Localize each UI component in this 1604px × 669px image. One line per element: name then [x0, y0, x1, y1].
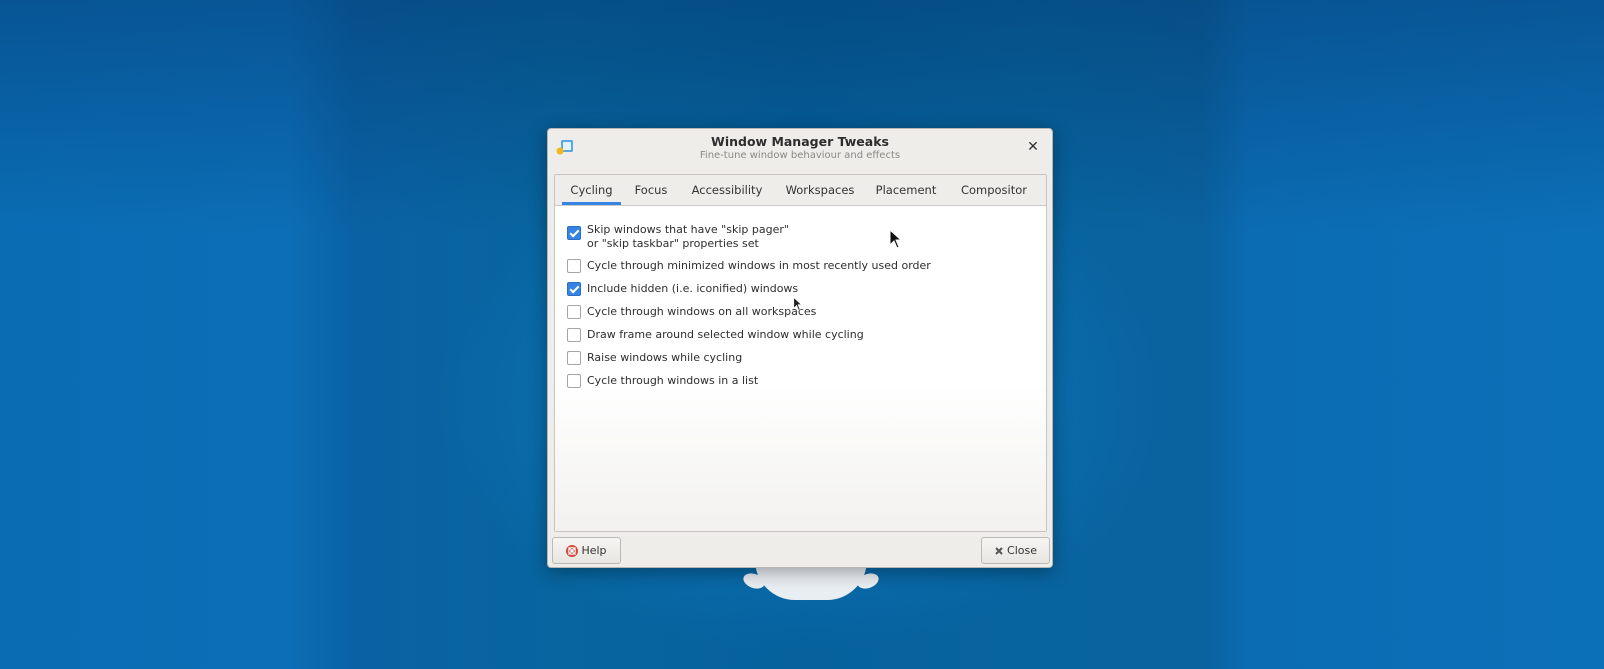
option-label: Draw frame around selected window while … — [587, 328, 864, 341]
help-button[interactable]: Help — [552, 537, 621, 564]
option-draw-frame[interactable]: Draw frame around selected window while … — [567, 328, 864, 342]
window-subtitle: Fine-tune window behaviour and effects — [699, 150, 901, 161]
checkbox-cycle-minimized[interactable] — [567, 259, 581, 273]
window-manager-tweaks-dialog: Window Manager Tweaks Fine-tune window b… — [547, 128, 1053, 568]
close-label: Close — [1007, 544, 1037, 557]
checkbox-include-hidden[interactable] — [567, 282, 581, 296]
help-lifebuoy-icon — [566, 544, 579, 557]
option-label: Cycle through windows in a list — [587, 374, 759, 387]
checkbox-cycle-list[interactable] — [567, 374, 581, 388]
help-label: Help — [581, 544, 607, 557]
tab-focus[interactable]: Focus — [629, 175, 673, 205]
tab-accessibility[interactable]: Accessibility — [683, 175, 771, 205]
checkbox-all-workspaces[interactable] — [567, 305, 581, 319]
option-label: Cycle through windows on all workspaces — [587, 305, 817, 318]
option-all-workspaces[interactable]: Cycle through windows on all workspaces — [567, 305, 816, 319]
option-cycle-list[interactable]: Cycle through windows in a list — [567, 374, 758, 388]
tab-bar: Cycling Focus Accessibility Workspaces P… — [555, 175, 1046, 206]
cycling-pane: Skip windows that have "skip pager" or "… — [555, 206, 1046, 531]
option-skip-pager[interactable]: Skip windows that have "skip pager" or "… — [567, 223, 789, 251]
close-icon[interactable]: ✕ — [1024, 138, 1042, 156]
window-title: Window Manager Tweaks — [711, 134, 889, 149]
tab-compositor[interactable]: Compositor — [951, 175, 1037, 205]
option-label: or "skip taskbar" properties set — [587, 237, 759, 250]
option-label: Include hidden (i.e. iconified) windows — [587, 282, 799, 295]
option-label: Skip windows that have "skip pager" — [587, 223, 789, 236]
titlebar: Window Manager Tweaks Fine-tune window b… — [548, 129, 1052, 167]
tab-placement[interactable]: Placement — [870, 175, 942, 205]
tab-notebook: Cycling Focus Accessibility Workspaces P… — [554, 174, 1047, 532]
checkbox-skip-pager[interactable] — [567, 226, 581, 240]
checkbox-draw-frame[interactable] — [567, 328, 581, 342]
mouse-pointer-icon — [889, 229, 903, 249]
close-button[interactable]: Close — [981, 537, 1050, 564]
tab-workspaces[interactable]: Workspaces — [779, 175, 861, 205]
tab-cycling[interactable]: Cycling — [562, 175, 621, 205]
option-raise-windows[interactable]: Raise windows while cycling — [567, 351, 742, 365]
close-x-icon — [995, 546, 1003, 555]
option-label: Cycle through minimized windows in most … — [587, 259, 931, 272]
option-label: Raise windows while cycling — [587, 351, 743, 364]
option-cycle-minimized[interactable]: Cycle through minimized windows in most … — [567, 259, 931, 273]
checkbox-raise-windows[interactable] — [567, 351, 581, 365]
option-include-hidden[interactable]: Include hidden (i.e. iconified) windows — [567, 282, 798, 296]
mouse-pointer-icon — [793, 297, 803, 311]
